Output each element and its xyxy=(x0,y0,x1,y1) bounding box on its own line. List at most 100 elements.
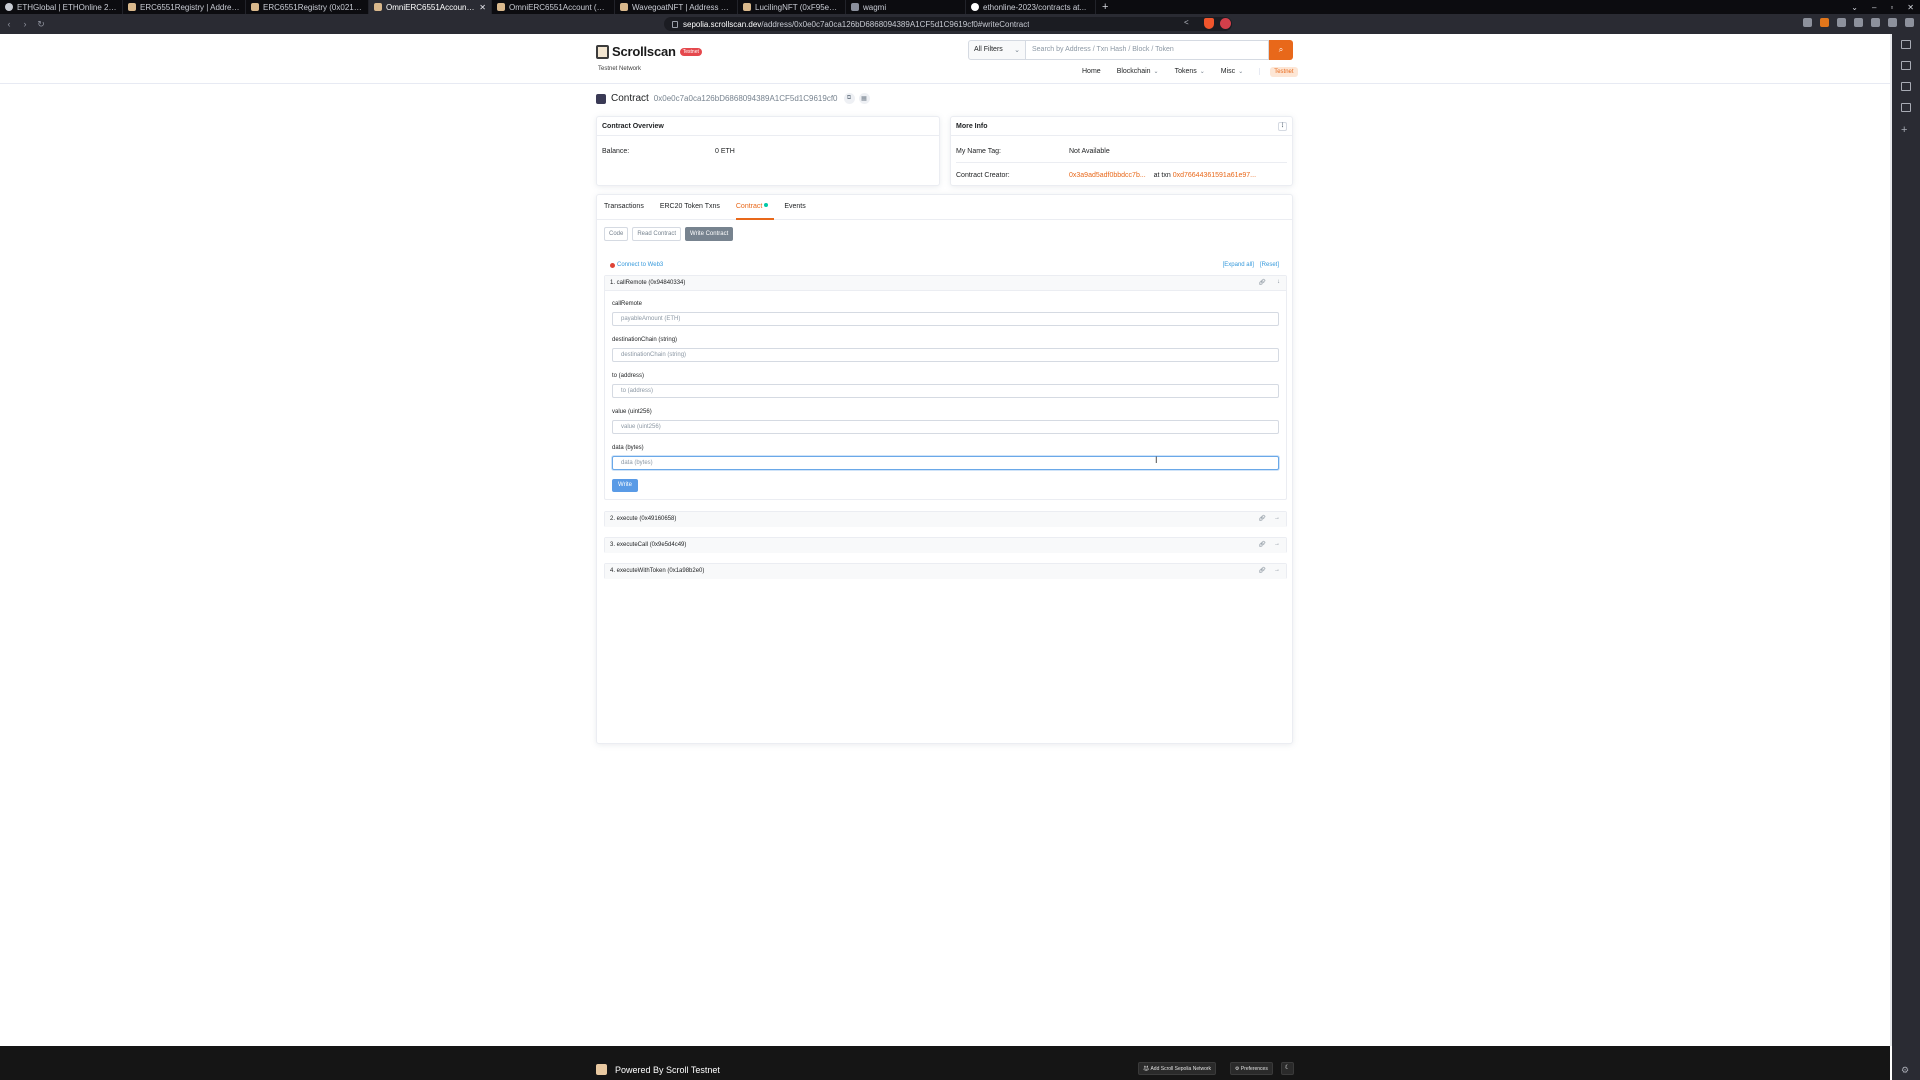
function-header[interactable]: 2. execute (0x49160658) 🔗︎ → xyxy=(605,512,1286,527)
extension-icon[interactable] xyxy=(1854,18,1863,27)
site-logo[interactable]: Scrollscan Testnet xyxy=(596,44,702,59)
data-bytes-input[interactable]: data (bytes) xyxy=(612,456,1279,470)
maximize-icon[interactable]: ▫ xyxy=(1890,3,1893,12)
nav-misc[interactable]: Misc ⌄ xyxy=(1221,68,1243,75)
function-header[interactable]: 1. callRemote (0x94840334) 🔗︎ ↓ xyxy=(605,276,1286,291)
brave-shield-icon[interactable] xyxy=(1204,18,1214,29)
contract-subtabs: Code Read Contract Write Contract xyxy=(604,227,734,241)
dark-mode-toggle[interactable]: ☾ xyxy=(1281,1062,1294,1075)
card-header: More Info ⋮ xyxy=(951,117,1292,136)
creator-txn-link[interactable]: 0xd76644361591a61e97... xyxy=(1173,172,1256,179)
function-title: 2. execute (0x49160658) xyxy=(610,516,677,522)
tab-transactions[interactable]: Transactions xyxy=(604,195,650,220)
extension-icon[interactable] xyxy=(1837,18,1846,27)
payable-amount-input[interactable]: payableAmount (ETH) xyxy=(612,312,1279,326)
arrow-down-icon[interactable]: ↓ xyxy=(1277,279,1280,285)
bookmarks-icon[interactable] xyxy=(1901,61,1911,70)
browser-tab[interactable]: LucilingNFT (0xF95e44F3af2e... xyxy=(738,0,846,14)
name-tag-label: My Name Tag: xyxy=(956,148,1001,155)
sidebar-icon[interactable] xyxy=(1871,18,1880,27)
browser-tab[interactable]: OmniERC6551Account (0x0e... xyxy=(492,0,615,14)
function-title: 4. executeWithToken (0x1a98b2e0) xyxy=(610,568,705,574)
minimize-icon[interactable]: – xyxy=(1872,3,1876,12)
nav-testnet[interactable]: Testnet xyxy=(1259,67,1298,77)
reading-list-icon[interactable] xyxy=(1901,40,1911,49)
forward-icon[interactable]: › xyxy=(18,19,32,29)
nav-home[interactable]: Home xyxy=(1082,68,1101,75)
nav-tokens[interactable]: Tokens ⌄ xyxy=(1175,68,1205,75)
write-contract-button[interactable]: Write Contract xyxy=(685,227,734,241)
value-label: value (uint256) xyxy=(612,409,652,415)
browser-tab[interactable]: ERC6551Registry (0x02101C9... xyxy=(246,0,369,14)
expand-all-link[interactable]: [Expand all] xyxy=(1223,262,1254,268)
share-icon[interactable]: < xyxy=(1184,18,1189,27)
link-icon[interactable]: 🔗︎ xyxy=(1258,279,1266,286)
arrow-right-icon[interactable]: → xyxy=(1274,567,1280,573)
to-address-input[interactable]: to (address) xyxy=(612,384,1279,398)
tab-list-icon[interactable]: ⌄ xyxy=(1851,3,1858,12)
reload-icon[interactable]: ↻ xyxy=(34,19,48,30)
copy-icon[interactable]: ⧉ xyxy=(843,93,855,104)
tab-contract[interactable]: Contract xyxy=(735,195,775,220)
close-window-icon[interactable]: ✕ xyxy=(1907,3,1914,12)
gear-icon[interactable]: ⚙ xyxy=(1901,1065,1909,1076)
code-button[interactable]: Code xyxy=(604,227,629,241)
search-button[interactable]: ⌕ xyxy=(1269,40,1293,60)
browser-tab-active[interactable]: OmniERC6551Account | A...✕ xyxy=(369,0,492,14)
new-tab-button[interactable]: + xyxy=(1096,1,1114,13)
browser-tab[interactable]: WavegoatNFT | Address 0xff... xyxy=(615,0,738,14)
scroll-logo-icon xyxy=(596,44,609,59)
more-options-icon[interactable]: ⋮ xyxy=(1278,122,1287,131)
browser-tab[interactable]: ETHGlobal | ETHOnline 2023 xyxy=(0,0,123,14)
arrow-right-icon[interactable]: → xyxy=(1274,515,1280,521)
reset-link[interactable]: [Reset] xyxy=(1260,262,1279,268)
wallet-panel-icon[interactable] xyxy=(1901,103,1911,112)
extension-icon[interactable] xyxy=(1803,18,1812,27)
address-bar[interactable]: sepolia.scrollscan.dev/address/0x0e0c7a0… xyxy=(664,17,1232,31)
function-header[interactable]: 3. executeCall (0x9e5d4c49) 🔗︎ → xyxy=(605,538,1286,553)
add-panel-icon[interactable]: + xyxy=(1901,124,1907,136)
function-header[interactable]: 4. executeWithToken (0x1a98b2e0) 🔗︎ → xyxy=(605,564,1286,579)
function-heading: callRemote xyxy=(612,301,643,307)
search-input[interactable]: Search by Address / Txn Hash / Block / T… xyxy=(1026,40,1269,60)
browser-tab[interactable]: wagmi xyxy=(846,0,966,14)
logo-text: Scrollscan xyxy=(612,44,676,59)
scroll-icon xyxy=(374,3,382,11)
link-icon[interactable]: 🔗︎ xyxy=(1258,515,1266,522)
browser-tab[interactable]: ethonline-2023/contracts at... xyxy=(966,0,1096,14)
browser-tab[interactable]: ERC6551Registry | Address 0x... xyxy=(123,0,246,14)
connect-web3-link[interactable]: Connect to Web3 xyxy=(610,262,663,268)
add-network-button[interactable]: 🦊︎ Add Scroll Sepolia Network xyxy=(1138,1062,1217,1075)
github-icon xyxy=(971,3,979,11)
search-filter-select[interactable]: All Filters ⌄ xyxy=(968,40,1026,60)
destination-chain-input[interactable]: destinationChain (string) xyxy=(612,348,1279,362)
wallet-icon[interactable] xyxy=(1888,18,1897,27)
history-icon[interactable] xyxy=(1901,82,1911,91)
close-tab-icon[interactable]: ✕ xyxy=(479,3,486,12)
tab-events[interactable]: Events xyxy=(784,195,811,220)
read-contract-button[interactable]: Read Contract xyxy=(632,227,682,241)
data-bytes-label: data (bytes) xyxy=(612,445,644,451)
search-icon: ⌕ xyxy=(1278,45,1284,54)
nav-blockchain[interactable]: Blockchain ⌄ xyxy=(1117,68,1159,75)
link-icon[interactable]: 🔗︎ xyxy=(1258,541,1266,548)
function-call-remote: 1. callRemote (0x94840334) 🔗︎ ↓ callRemo… xyxy=(604,275,1287,500)
function-execute: 2. execute (0x49160658) 🔗︎ → xyxy=(604,511,1287,527)
menu-icon[interactable] xyxy=(1905,18,1914,27)
creator-address-link[interactable]: 0x3a9ad5adf0bbdcc7b... xyxy=(1069,172,1146,179)
scroll-icon xyxy=(128,3,136,11)
balance-value: 0 ETH xyxy=(715,148,735,155)
url-host: sepolia.scrollscan.dev xyxy=(683,19,762,29)
write-button[interactable]: Write xyxy=(612,479,638,492)
metamask-icon[interactable] xyxy=(1820,18,1829,27)
arrow-right-icon[interactable]: → xyxy=(1274,541,1280,547)
value-input[interactable]: value (uint256) xyxy=(612,420,1279,434)
preferences-button[interactable]: ⚙ Preferences xyxy=(1230,1062,1273,1075)
page: Scrollscan Testnet Testnet Network All F… xyxy=(0,34,1890,1080)
contract-address: 0x0e0c7a0ca126bD6868094389A1CF5d1C9619cf… xyxy=(653,94,838,103)
brave-rewards-icon[interactable] xyxy=(1220,18,1231,29)
tab-erc20-token-txns[interactable]: ERC20 Token Txns xyxy=(660,195,726,220)
link-icon[interactable]: 🔗︎ xyxy=(1258,567,1266,574)
back-icon[interactable]: ‹ xyxy=(2,19,16,29)
qr-code-icon[interactable]: ▦ xyxy=(858,93,870,104)
